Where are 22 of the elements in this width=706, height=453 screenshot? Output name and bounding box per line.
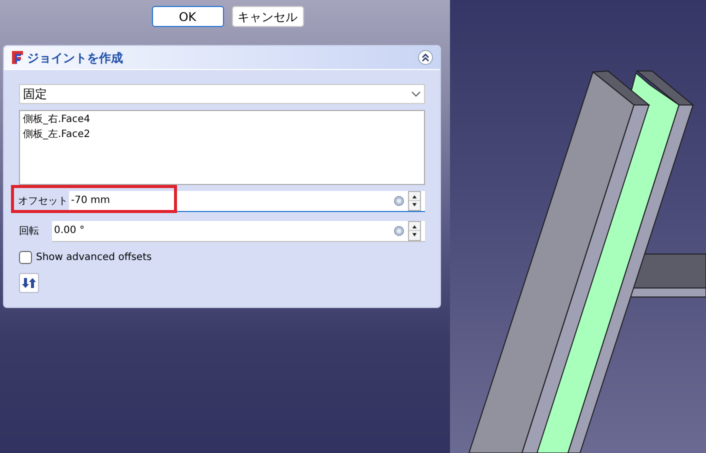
spin-buttons[interactable] bbox=[408, 220, 421, 240]
spin-buttons[interactable] bbox=[408, 190, 421, 210]
double-chevron-up-icon bbox=[421, 53, 430, 62]
dialog-button[interactable]: キャンセル bbox=[232, 6, 304, 27]
joint-type-dropdown[interactable]: 固定 bbox=[19, 84, 425, 104]
reverse-button[interactable] bbox=[19, 273, 39, 293]
logo-icon bbox=[11, 50, 24, 65]
quantity-field[interactable]: -70 mm bbox=[69, 190, 425, 212]
field-label: 回転 bbox=[18, 224, 40, 238]
dialog-button[interactable]: OK bbox=[152, 6, 224, 27]
expression-icon[interactable] bbox=[394, 196, 404, 206]
swap-arrows-icon bbox=[22, 277, 36, 289]
panel-title: ジョイントを作成 bbox=[27, 50, 123, 66]
list-item[interactable]: 側板_右.Face4 bbox=[23, 112, 421, 127]
quantity-field[interactable]: 0.00 ° bbox=[52, 220, 425, 242]
checkbox[interactable] bbox=[19, 251, 32, 264]
collapse-button[interactable] bbox=[418, 50, 433, 65]
checkbox-label: Show advanced offsets bbox=[36, 251, 152, 265]
list-item[interactable]: 側板_左.Face2 bbox=[23, 127, 421, 142]
chevron-down-icon bbox=[411, 91, 421, 97]
expression-icon[interactable] bbox=[394, 226, 404, 236]
field-label: オフセット bbox=[17, 194, 69, 208]
